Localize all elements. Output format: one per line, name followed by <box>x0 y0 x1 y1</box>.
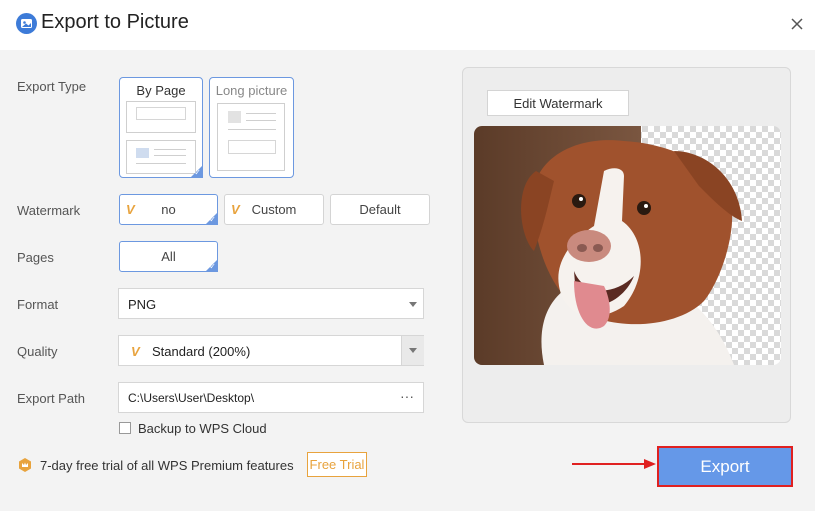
pages-label: Pages <box>17 250 54 265</box>
premium-v-icon: V <box>231 202 240 217</box>
long-picture-label: Long picture <box>215 83 288 98</box>
chevron-down-icon <box>409 348 417 353</box>
check-icon: ✓ <box>194 168 201 177</box>
watermark-label: Watermark <box>17 203 81 218</box>
premium-v-icon: V <box>126 202 135 217</box>
window-title: Export to Picture <box>41 11 189 33</box>
quality-label: Quality <box>17 344 58 359</box>
watermark-custom-label: Custom <box>251 202 297 217</box>
export-path-field[interactable]: C:\Users\User\Desktop\ ··· <box>118 382 424 413</box>
trial-text: 7-day free trial of all WPS Premium feat… <box>40 458 294 473</box>
watermark-custom-button[interactable]: V Custom <box>224 194 324 225</box>
watermark-no-label: no <box>161 202 176 217</box>
by-page-label: By Page <box>136 83 186 98</box>
export-type-long-picture[interactable]: Long picture <box>209 77 294 178</box>
watermark-no-button[interactable]: V no ✓ <box>119 194 218 225</box>
check-icon: ✓ <box>209 215 216 224</box>
premium-v-icon: V <box>131 344 140 359</box>
chevron-down-icon <box>409 302 417 307</box>
pages-all-label: All <box>161 249 176 264</box>
format-label: Format <box>17 297 59 312</box>
check-icon: ✓ <box>209 262 216 271</box>
premium-crown-icon <box>19 458 31 472</box>
annotation-arrow-icon <box>572 459 656 469</box>
export-picture-icon <box>16 13 37 34</box>
preview-image <box>474 126 781 365</box>
export-type-label: Export Type <box>17 79 87 94</box>
pages-all-button[interactable]: All ✓ <box>119 241 218 272</box>
close-icon[interactable] <box>787 14 807 34</box>
format-value: PNG <box>128 297 157 312</box>
browse-icon[interactable]: ··· <box>400 388 414 404</box>
watermark-default-button[interactable]: Default <box>330 194 430 225</box>
export-path-label: Export Path <box>17 391 85 406</box>
watermark-default-label: Default <box>359 202 401 217</box>
backup-label: Backup to WPS Cloud <box>138 421 267 436</box>
page-preview-top <box>126 101 196 133</box>
quality-dropdown-button[interactable] <box>401 336 424 365</box>
edit-watermark-button[interactable]: Edit Watermark <box>487 90 629 116</box>
quality-value: Standard (200%) <box>152 344 251 359</box>
quality-select[interactable]: V Standard (200%) <box>118 335 424 366</box>
format-select[interactable]: PNG <box>118 288 424 319</box>
export-type-by-page[interactable]: By Page ✓ <box>119 77 203 178</box>
export-path-value: C:\Users\User\Desktop\ <box>128 391 255 405</box>
title-bar: Export to Picture <box>0 0 815 50</box>
free-trial-button[interactable]: Free Trial <box>307 452 367 477</box>
backup-checkbox[interactable] <box>119 422 131 434</box>
export-button[interactable]: Export <box>657 446 793 487</box>
long-picture-preview <box>217 103 285 171</box>
page-preview-bottom <box>126 140 196 174</box>
